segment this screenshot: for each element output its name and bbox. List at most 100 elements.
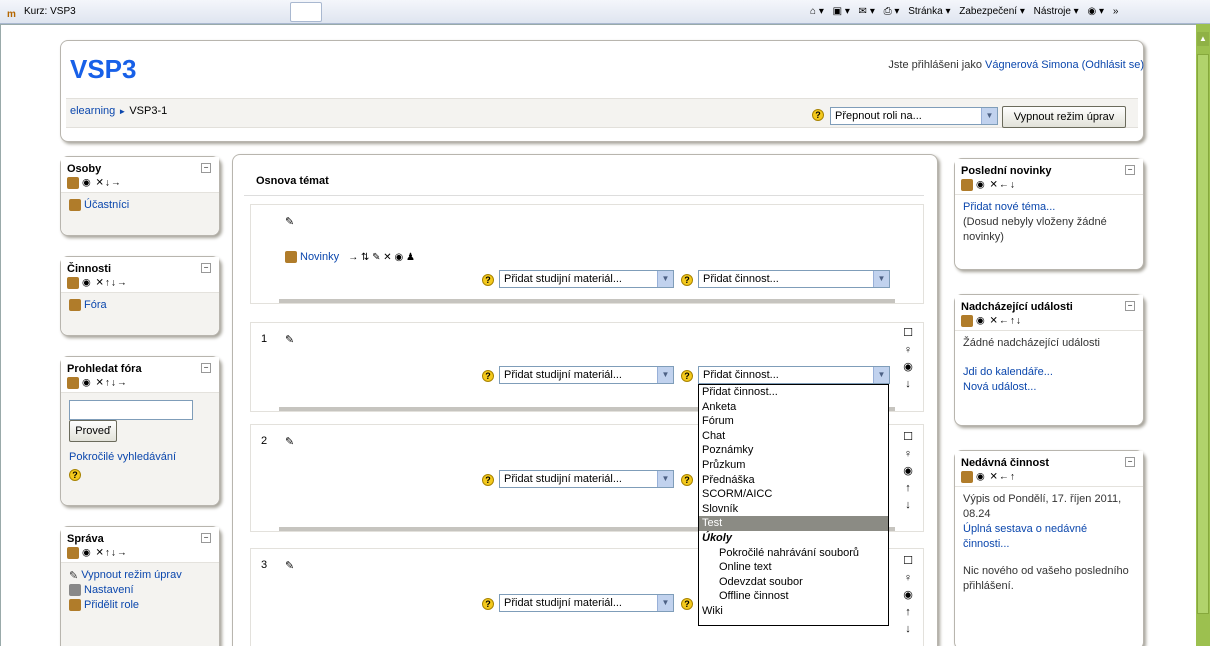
section-number: 2 <box>261 435 268 447</box>
dropdown-option[interactable]: Přidat činnost... <box>699 385 888 400</box>
search-submit-button[interactable]: Proveď <box>69 420 117 442</box>
minimize-icon[interactable]: − <box>1125 457 1135 467</box>
dropdown-option[interactable]: Anketa <box>699 400 888 415</box>
block-cinnosti: Činnosti ◉ ✕↑↓→ − Fóra <box>60 256 220 336</box>
full-report-link[interactable]: Úplná sestava o nedávné činnosti... <box>963 523 1087 550</box>
block-controls[interactable]: ◉ ✕←↑ <box>961 471 1137 483</box>
edit-summary-icon[interactable]: ✎ <box>285 333 294 346</box>
edit-summary-icon[interactable]: ✎ <box>285 215 294 228</box>
mail-icon[interactable]: ✉ ▾ <box>859 6 875 17</box>
add-resource-select[interactable]: Přidat studijní materiál... ▼ <box>499 366 674 384</box>
page-menu[interactable]: Stránka ▾ <box>908 6 950 17</box>
dropdown-option[interactable]: Poznámky <box>699 443 888 458</box>
roles-icon[interactable] <box>961 315 973 327</box>
browser-tab[interactable]: m Kurz: VSP3 <box>4 3 284 21</box>
admin-settings-link[interactable]: Nastavení <box>84 584 134 596</box>
add-activity-select[interactable]: Přidat činnost... ▼ <box>698 366 890 384</box>
scrollbar[interactable]: ▲ <box>1196 24 1210 646</box>
user-link[interactable]: Vágnerová Simona <box>985 59 1079 71</box>
scroll-thumb[interactable] <box>1197 54 1209 614</box>
dropdown-option[interactable]: Online text <box>699 560 888 575</box>
tools-menu[interactable]: Nástroje ▾ <box>1034 6 1079 17</box>
dropdown-option[interactable]: Fórum <box>699 414 888 429</box>
new-tab-button[interactable] <box>290 2 322 22</box>
home-icon[interactable]: ⌂ ▾ <box>810 6 824 17</box>
feeds-icon[interactable]: ▣ ▾ <box>833 6 850 17</box>
help-icon[interactable]: ? <box>482 274 494 286</box>
forum-icon <box>285 251 297 264</box>
site-title[interactable]: VSP3 <box>70 54 137 85</box>
forums-link[interactable]: Fóra <box>84 299 107 311</box>
dropdown-option[interactable]: Průzkum <box>699 458 888 473</box>
dropdown-option[interactable]: Pokročilé nahrávání souborů <box>699 546 888 561</box>
logout-link[interactable]: (Odhlásit se) <box>1082 59 1144 71</box>
news-forum-link[interactable]: Novinky <box>300 251 339 263</box>
role-switch-select[interactable]: Přepnout roli na... ▼ <box>830 107 998 125</box>
print-icon[interactable]: ⎙ ▾ <box>884 6 900 17</box>
section-controls[interactable]: ☐ ♀ ◉ ↓ <box>901 325 915 393</box>
add-resource-select[interactable]: Přidat studijní materiál... ▼ <box>499 594 674 612</box>
activity-dropdown-list[interactable]: Přidat činnost... Anketa Fórum Chat Pozn… <box>698 384 889 626</box>
block-controls[interactable]: ◉ ✕←↑↓ <box>961 315 1137 327</box>
eye-icon: ◉ <box>903 361 913 373</box>
roles-icon[interactable] <box>961 179 973 191</box>
block-controls[interactable]: ◉ ✕↑↓→ <box>67 547 213 559</box>
activity-controls[interactable]: → ⇅ ✎ ✕ ◉ ♟ <box>348 252 415 263</box>
help-icon[interactable]: ? <box>681 474 693 486</box>
dropdown-option[interactable]: Chat <box>699 429 888 444</box>
roles-icon[interactable] <box>67 277 79 289</box>
block-controls[interactable]: ◉ ✕↑↓→ <box>67 377 213 389</box>
help-icon[interactable]: ◉ ▾ <box>1088 6 1105 17</box>
advanced-search-link[interactable]: Pokročilé vyhledávání <box>69 451 176 463</box>
help-icon[interactable]: ? <box>681 370 693 382</box>
minimize-icon[interactable]: − <box>1125 165 1135 175</box>
edit-summary-icon[interactable]: ✎ <box>285 435 294 448</box>
help-icon[interactable]: ? <box>482 598 494 610</box>
admin-edit-toggle-link[interactable]: Vypnout režim úprav <box>81 569 181 581</box>
section-controls[interactable]: ☐ ♀ ◉ ↑ ↓ <box>901 429 915 514</box>
overflow-icon[interactable]: » <box>1113 6 1119 17</box>
admin-roles-link[interactable]: Přidělit role <box>84 599 139 611</box>
security-menu[interactable]: Zabezpečení ▾ <box>959 6 1025 17</box>
eye-icon: ◉ <box>903 465 913 477</box>
dropdown-option[interactable]: Wiki <box>699 604 888 619</box>
help-icon[interactable]: ? <box>681 274 693 286</box>
block-controls[interactable]: ◉ ✕←↓ <box>961 179 1137 191</box>
help-icon[interactable]: ? <box>482 474 494 486</box>
add-resource-select[interactable]: Přidat studijní materiál... ▼ <box>499 470 674 488</box>
breadcrumb: elearning ► VSP3-1 <box>70 105 168 117</box>
roles-icon[interactable] <box>961 471 973 483</box>
section-controls[interactable]: ☐ ♀ ◉ ↑ ↓ <box>901 553 915 638</box>
help-icon[interactable]: ? <box>681 598 693 610</box>
roles-icon[interactable] <box>67 547 79 559</box>
minimize-icon[interactable]: − <box>201 533 211 543</box>
add-news-link[interactable]: Přidat nové téma... <box>963 201 1055 213</box>
calendar-link[interactable]: Jdi do kalendáře... <box>963 366 1053 378</box>
minimize-icon[interactable]: − <box>201 263 211 273</box>
dropdown-option-highlighted[interactable]: Test <box>699 516 888 531</box>
forum-search-input[interactable] <box>69 400 193 420</box>
help-icon[interactable]: ? <box>69 469 81 481</box>
edit-summary-icon[interactable]: ✎ <box>285 559 294 572</box>
help-icon[interactable]: ? <box>482 370 494 382</box>
add-activity-select[interactable]: Přidat činnost... ▼ <box>698 270 890 288</box>
roles-icon[interactable] <box>67 177 79 189</box>
breadcrumb-home[interactable]: elearning <box>70 105 115 117</box>
dropdown-option[interactable]: Odevzdat soubor <box>699 575 888 590</box>
add-resource-select[interactable]: Přidat studijní materiál... ▼ <box>499 270 674 288</box>
help-icon[interactable]: ? <box>812 109 824 121</box>
dropdown-option[interactable]: Slovník <box>699 502 888 517</box>
minimize-icon[interactable]: − <box>201 363 211 373</box>
roles-icon[interactable] <box>67 377 79 389</box>
toggle-edit-button[interactable]: Vypnout režim úprav <box>1002 106 1126 128</box>
scroll-up-icon[interactable]: ▲ <box>1197 32 1209 46</box>
block-controls[interactable]: ◉ ✕↓→ <box>67 177 213 189</box>
new-event-link[interactable]: Nová událost... <box>963 381 1036 393</box>
dropdown-option[interactable]: SCORM/AICC <box>699 487 888 502</box>
block-controls[interactable]: ◉ ✕↑↓→ <box>67 277 213 289</box>
dropdown-option[interactable]: Přednáška <box>699 473 888 488</box>
minimize-icon[interactable]: − <box>1125 301 1135 311</box>
participants-link[interactable]: Účastníci <box>84 199 129 211</box>
minimize-icon[interactable]: − <box>201 163 211 173</box>
dropdown-option[interactable]: Offline činnost <box>699 589 888 604</box>
